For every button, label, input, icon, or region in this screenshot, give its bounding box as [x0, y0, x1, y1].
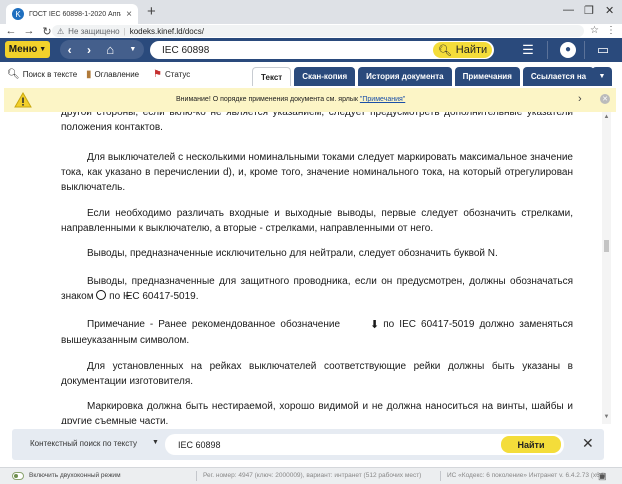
- earth-symbol-icon: ⬇: [370, 319, 380, 331]
- registration-info: Рег. номер: 4947 (ключ: 2000009), вариан…: [203, 472, 422, 479]
- document-paragraph: Выводы, предназначенные для защитного пр…: [61, 274, 573, 304]
- magnifier-icon: 🔍︎: [7, 69, 20, 80]
- tab-scan[interactable]: Скан-копия: [294, 67, 356, 86]
- warning-message: Внимание! О порядке применения документа…: [176, 96, 405, 103]
- home-icon[interactable]: ⌂: [106, 42, 114, 57]
- warning-prefix: Внимание! О порядке применения документа…: [176, 96, 360, 103]
- nav-group: ‹ › ⌂ ▼: [60, 40, 144, 59]
- star-icon[interactable]: ☆: [590, 25, 599, 36]
- screenshot-icon[interactable]: ▣: [598, 471, 607, 482]
- main-search-input[interactable]: IEC 60898 🔍︎ Найти: [150, 41, 494, 59]
- browser-tab-title: ГОСТ IEC 60898-1-2020 Аппаратура: [29, 10, 121, 18]
- document-paragraph: Для установленных на рейках выключателей…: [61, 361, 573, 387]
- book-icon: ▮: [86, 69, 92, 80]
- address-bar: ← → ↻ ⚠ Не защищено | kodeks.kinef.ld/do…: [0, 24, 622, 38]
- status-icon: ⚑: [153, 69, 162, 80]
- close-tab-icon[interactable]: ×: [126, 9, 132, 20]
- version-info: ИС «Кодекс: 6 поколение» Интранет v. 6.4…: [447, 472, 606, 479]
- contents-button[interactable]: ▮ Оглавление: [86, 69, 139, 80]
- document-paragraph: Если необходимо различать входные и выхо…: [61, 208, 573, 234]
- document-paragraph: Маркировка должна быть нестираемой, хоро…: [61, 401, 573, 424]
- find-button[interactable]: 🔍︎ Найти: [433, 42, 492, 58]
- dual-window-toggle[interactable]: [12, 472, 24, 480]
- tab-references[interactable]: Ссылается на: [522, 67, 595, 86]
- document-scrollbar[interactable]: ▲ ▼: [602, 112, 611, 424]
- browser-menu-icon[interactable]: ⋮: [606, 25, 616, 36]
- forward-icon[interactable]: →: [22, 25, 36, 37]
- menu-button[interactable]: Меню ▼: [5, 41, 50, 58]
- document-paragraph: Выводы, предназначенные исключительно дл…: [87, 248, 498, 259]
- menu-button-label: Меню: [8, 44, 38, 55]
- find-button-label: Найти: [455, 44, 488, 56]
- status-button[interactable]: ⚑ Статус: [153, 69, 190, 80]
- maximize-icon[interactable]: ❐: [584, 4, 594, 17]
- protective-earth-icon: [96, 288, 131, 303]
- chevron-right-icon[interactable]: ›: [578, 93, 582, 105]
- document-toolbar: 🔍︎ Поиск в тексте ▮ Оглавление ⚑ Статус …: [0, 62, 622, 86]
- warning-bar: Внимание! О порядке применения документа…: [4, 88, 616, 112]
- caret-down-icon: ▼: [39, 46, 47, 53]
- minimize-icon[interactable]: —: [563, 4, 574, 16]
- user-icon[interactable]: ●: [560, 42, 576, 58]
- document-paragraph: другой стороны, если вклю-ко не является…: [61, 112, 573, 133]
- context-search-value: IEC 60898: [178, 439, 221, 450]
- document-tabs: Текст Скан-копия История документа Приме…: [252, 67, 595, 86]
- notes-link[interactable]: "Примечания": [360, 96, 405, 103]
- status-label: Статус: [164, 70, 191, 79]
- search-in-text-button[interactable]: 🔍︎ Поиск в тексте: [7, 69, 77, 80]
- search-icon: 🔍︎: [437, 44, 452, 57]
- context-search-input[interactable]: IEC 60898 Найти: [165, 434, 564, 455]
- context-find-button[interactable]: Найти: [501, 436, 561, 453]
- dropdown-icon[interactable]: ▼: [129, 46, 136, 53]
- url-text: kodeks.kinef.ld/docs/: [129, 26, 204, 36]
- close-warning-icon[interactable]: ✕: [600, 94, 610, 104]
- browser-tab[interactable]: K ГОСТ IEC 60898-1-2020 Аппаратура ×: [6, 4, 138, 24]
- tab-history[interactable]: История документа: [358, 67, 452, 86]
- site-favicon-icon: K: [12, 8, 24, 20]
- context-search-mode[interactable]: Контекстный поиск по тексту: [30, 439, 137, 448]
- hamburger-menu-icon[interactable]: ☰: [520, 42, 536, 58]
- new-tab-button[interactable]: +: [147, 4, 156, 20]
- close-icon[interactable]: ✕: [582, 435, 594, 452]
- warning-icon: [14, 92, 32, 108]
- status-bar: Включить двухоконный режим Рег. номер: 4…: [0, 467, 622, 484]
- security-label: Не защищено: [68, 26, 120, 36]
- nav-back-icon[interactable]: ‹: [68, 43, 72, 57]
- document-note: Примечание - Ранее рекомендованное обозн…: [61, 317, 573, 348]
- contents-label: Оглавление: [94, 70, 140, 79]
- note-text: Примечание - Ранее рекомендованное обозн…: [87, 319, 341, 330]
- dual-window-label: Включить двухоконный режим: [29, 472, 121, 479]
- context-search-panel: Контекстный поиск по тексту ▼ IEC 60898 …: [12, 429, 604, 460]
- tab-notes[interactable]: Примечания: [454, 67, 520, 86]
- search-in-text-label: Поиск в тексте: [22, 70, 78, 79]
- scroll-thumb[interactable]: [604, 240, 609, 252]
- feedback-icon[interactable]: ▭: [595, 42, 611, 58]
- back-icon[interactable]: ←: [4, 25, 18, 37]
- warning-triangle-icon: ⚠: [57, 26, 65, 36]
- scroll-up-icon[interactable]: ▲: [603, 114, 610, 120]
- url-field[interactable]: ⚠ Не защищено | kodeks.kinef.ld/docs/: [52, 25, 584, 37]
- tab-text[interactable]: Текст: [252, 67, 292, 86]
- close-window-icon[interactable]: ✕: [605, 4, 614, 17]
- browser-tabstrip: K ГОСТ IEC 60898-1-2020 Аппаратура × + —…: [0, 0, 622, 24]
- more-tabs-icon[interactable]: ▼: [592, 67, 612, 86]
- document-body: другой стороны, если вклю-ко не является…: [4, 112, 602, 424]
- main-search-value: IEC 60898: [162, 44, 210, 56]
- scroll-down-icon[interactable]: ▼: [603, 414, 610, 420]
- caret-down-icon[interactable]: ▼: [152, 439, 159, 446]
- app-header: Меню ▼ ‹ › ⌂ ▼ IEC 60898 🔍︎ Найти ☰ ● ▭: [0, 38, 622, 62]
- nav-forward-icon[interactable]: ›: [87, 43, 91, 57]
- document-paragraph: Для выключателей с несколькими номинальн…: [61, 152, 573, 193]
